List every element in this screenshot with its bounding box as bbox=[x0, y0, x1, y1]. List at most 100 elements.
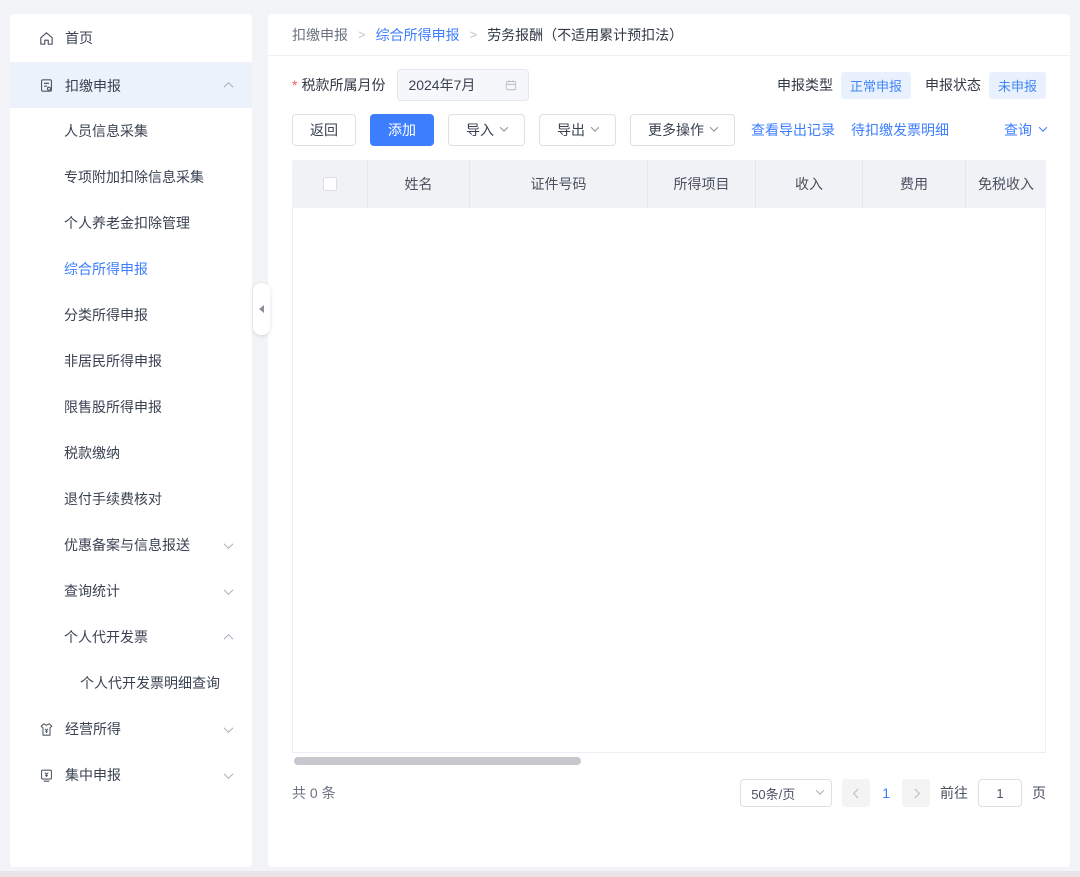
page-unit-label: 页 bbox=[1032, 783, 1046, 803]
main-panel: 扣缴申报 > 综合所得申报 > 劳务报酬（不适用累计预扣法） * 税款所属月份 … bbox=[268, 14, 1070, 867]
declare-type-badge: 正常申报 bbox=[841, 72, 911, 99]
business-income-icon bbox=[38, 721, 55, 738]
export-button-label: 导出 bbox=[557, 120, 585, 140]
sidebar-item-label: 非居民所得申报 bbox=[64, 351, 162, 371]
table-header-id-number: 证件号码 bbox=[470, 160, 648, 208]
chevron-down-icon bbox=[591, 123, 599, 131]
import-dropdown-button[interactable]: 导入 bbox=[448, 114, 525, 146]
home-icon bbox=[38, 30, 55, 47]
sidebar-item-label: 首页 bbox=[65, 28, 93, 48]
export-dropdown-button[interactable]: 导出 bbox=[539, 114, 616, 146]
chevron-left-icon bbox=[853, 788, 863, 798]
sidebar-item-comprehensive-income[interactable]: 综合所得申报 bbox=[10, 246, 252, 292]
declare-status-label: 申报状态 bbox=[925, 75, 981, 95]
sidebar-item-business-income[interactable]: 经营所得 bbox=[10, 706, 252, 752]
chevron-down-icon bbox=[224, 723, 234, 733]
tax-month-picker[interactable]: 2024年7月 bbox=[397, 69, 529, 101]
query-toggle-label: 查询 bbox=[1004, 120, 1032, 140]
add-button[interactable]: 添加 bbox=[370, 114, 434, 146]
chevron-down-icon bbox=[224, 585, 234, 595]
collapse-left-icon bbox=[259, 305, 264, 313]
table-body-empty bbox=[292, 208, 1046, 753]
sidebar-item-label: 个人养老金扣除管理 bbox=[64, 213, 190, 233]
query-toggle[interactable]: 查询 bbox=[1004, 120, 1046, 140]
back-button[interactable]: 返回 bbox=[292, 114, 356, 146]
breadcrumb-level2-link[interactable]: 综合所得申报 bbox=[376, 25, 460, 45]
table-header-row: 姓名 证件号码 所得项目 收入 费用 免税收入 bbox=[292, 160, 1046, 208]
chevron-down-icon bbox=[224, 539, 234, 549]
sidebar-item-label: 经营所得 bbox=[65, 719, 121, 739]
sidebar-collapse-handle[interactable] bbox=[253, 283, 270, 335]
sidebar-item-query-statistics[interactable]: 查询统计 bbox=[10, 568, 252, 614]
breadcrumb: 扣缴申报 > 综合所得申报 > 劳务报酬（不适用累计预扣法） bbox=[268, 14, 1070, 56]
declare-status-group: 申报类型 正常申报 申报状态 未申报 bbox=[777, 72, 1046, 99]
chevron-down-icon bbox=[816, 786, 824, 794]
sidebar-item-personnel-info[interactable]: 人员信息采集 bbox=[10, 108, 252, 154]
table-header-taxfree-income: 免税收入 bbox=[966, 160, 1046, 208]
back-button-label: 返回 bbox=[310, 120, 338, 140]
chevron-down-icon bbox=[1039, 123, 1047, 131]
horizontal-scrollbar-thumb[interactable] bbox=[294, 757, 581, 765]
chevron-up-icon bbox=[224, 82, 234, 92]
sidebar-item-classified-income[interactable]: 分类所得申报 bbox=[10, 292, 252, 338]
calendar-icon bbox=[504, 78, 518, 92]
window-bottom-edge bbox=[0, 871, 1080, 877]
declare-type-label: 申报类型 bbox=[777, 75, 833, 95]
filter-row: * 税款所属月份 2024年7月 申报类型 正常申报 申报状态 未申报 bbox=[292, 69, 1046, 101]
select-all-checkbox[interactable] bbox=[323, 177, 337, 191]
sidebar-item-label: 综合所得申报 bbox=[64, 259, 148, 279]
breadcrumb-separator: > bbox=[470, 27, 478, 42]
page-size-value: 50条/页 bbox=[751, 784, 817, 803]
declare-status-badge: 未申报 bbox=[989, 72, 1046, 99]
table-header-fee: 费用 bbox=[863, 160, 966, 208]
withholding-report-icon bbox=[38, 77, 55, 94]
table-header-income-item: 所得项目 bbox=[648, 160, 756, 208]
tax-month-label: 税款所属月份 bbox=[301, 75, 385, 95]
view-export-records-link[interactable]: 查看导出记录 bbox=[751, 120, 835, 140]
sidebar-item-restricted-shares[interactable]: 限售股所得申报 bbox=[10, 384, 252, 430]
pagination: 50条/页 1 前往 页 bbox=[740, 779, 1046, 807]
sidebar-item-personal-invoice[interactable]: 个人代开发票 bbox=[10, 614, 252, 660]
import-button-label: 导入 bbox=[466, 120, 494, 140]
sidebar-item-nonresident-income[interactable]: 非居民所得申报 bbox=[10, 338, 252, 384]
next-page-button[interactable] bbox=[902, 779, 930, 807]
tax-month-value: 2024年7月 bbox=[408, 75, 504, 95]
sidebar-item-label: 分类所得申报 bbox=[64, 305, 148, 325]
more-actions-dropdown-button[interactable]: 更多操作 bbox=[630, 114, 735, 146]
sidebar-item-label: 专项附加扣除信息采集 bbox=[64, 167, 204, 187]
sidebar-item-tax-payment[interactable]: 税款缴纳 bbox=[10, 430, 252, 476]
table-header-name: 姓名 bbox=[368, 160, 470, 208]
sidebar-item-label: 优惠备案与信息报送 bbox=[64, 535, 190, 555]
page-size-select[interactable]: 50条/页 bbox=[740, 779, 832, 807]
breadcrumb-separator: > bbox=[358, 27, 366, 42]
sidebar-item-home[interactable]: 首页 bbox=[10, 14, 252, 62]
total-count: 共 0 条 bbox=[292, 783, 336, 803]
goto-page-label: 前往 bbox=[940, 783, 968, 803]
table-footer: 共 0 条 50条/页 1 前往 页 bbox=[292, 779, 1046, 807]
table-header-checkbox-cell bbox=[292, 160, 368, 208]
current-page-number[interactable]: 1 bbox=[880, 785, 892, 801]
chevron-down-icon bbox=[224, 769, 234, 779]
sidebar-item-label: 限售股所得申报 bbox=[64, 397, 162, 417]
sidebar-item-withholding-report[interactable]: 扣缴申报 bbox=[10, 63, 252, 108]
sidebar-item-label: 人员信息采集 bbox=[64, 121, 148, 141]
horizontal-scrollbar bbox=[292, 756, 1046, 766]
chevron-down-icon bbox=[710, 123, 718, 131]
chevron-right-icon bbox=[910, 788, 920, 798]
sidebar-item-label: 集中申报 bbox=[65, 765, 121, 785]
sidebar-item-personal-invoice-detail-query[interactable]: 个人代开发票明细查询 bbox=[10, 660, 252, 706]
sidebar-item-label: 查询统计 bbox=[64, 581, 120, 601]
breadcrumb-level3: 劳务报酬（不适用累计预扣法） bbox=[487, 25, 683, 45]
chevron-down-icon bbox=[500, 123, 508, 131]
sidebar-item-pension-deduction[interactable]: 个人养老金扣除管理 bbox=[10, 200, 252, 246]
sidebar-item-centralized-declare[interactable]: 集中申报 bbox=[10, 752, 252, 798]
pending-withholding-invoice-detail-link[interactable]: 待扣缴发票明细 bbox=[851, 120, 949, 140]
sidebar-item-label: 扣缴申报 bbox=[65, 76, 121, 96]
sidebar: 首页 扣缴申报 人员信息采集 专项附加扣除信息采集 个人养老金扣除管理 综合所得… bbox=[10, 14, 252, 867]
sidebar-item-preferential-filing[interactable]: 优惠备案与信息报送 bbox=[10, 522, 252, 568]
sidebar-item-refund-fee-check[interactable]: 退付手续费核对 bbox=[10, 476, 252, 522]
sidebar-item-label: 退付手续费核对 bbox=[64, 489, 162, 509]
prev-page-button[interactable] bbox=[842, 779, 870, 807]
goto-page-input[interactable] bbox=[978, 779, 1022, 807]
sidebar-item-special-deduction[interactable]: 专项附加扣除信息采集 bbox=[10, 154, 252, 200]
